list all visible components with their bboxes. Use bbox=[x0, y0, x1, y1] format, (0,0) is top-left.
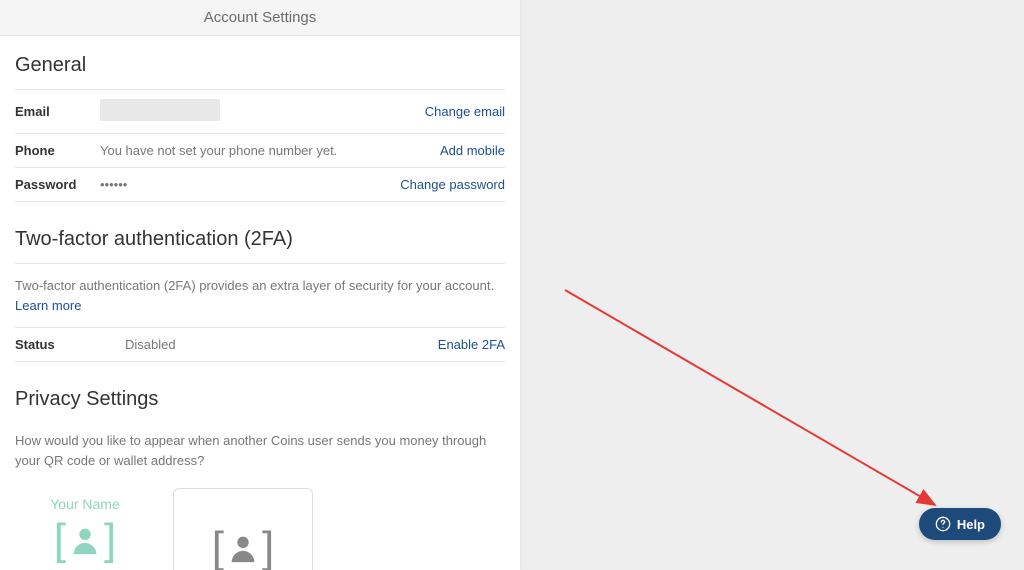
password-label: Password bbox=[15, 177, 100, 192]
row-email: Email Change email bbox=[15, 89, 505, 133]
learn-more-link[interactable]: Learn more bbox=[15, 298, 81, 313]
email-label: Email bbox=[15, 104, 100, 119]
password-value: •••••• bbox=[100, 177, 400, 192]
bracket-right-icon: ] bbox=[104, 518, 116, 562]
twofa-desc-text: Two-factor authentication (2FA) provides… bbox=[15, 278, 494, 293]
settings-panel: Account Settings General Email Change em… bbox=[0, 0, 520, 570]
email-value bbox=[100, 99, 425, 124]
twofa-description: Two-factor authentication (2FA) provides… bbox=[15, 263, 505, 327]
phone-value: You have not set your phone number yet. bbox=[100, 143, 440, 158]
email-redacted bbox=[100, 99, 220, 121]
page-title: Account Settings bbox=[0, 9, 520, 26]
bracket-left-icon: [ bbox=[212, 526, 224, 570]
avatar-individual: [ ] bbox=[54, 518, 116, 562]
person-icon bbox=[226, 531, 260, 565]
individual-name: Your Name bbox=[50, 496, 120, 512]
row-2fa-status: Status Disabled Enable 2FA bbox=[15, 327, 505, 362]
phone-label: Phone bbox=[15, 143, 100, 158]
help-label: Help bbox=[957, 517, 985, 532]
bracket-left-icon: [ bbox=[54, 518, 66, 562]
section-title-privacy: Privacy Settings bbox=[15, 388, 505, 411]
status-label: Status bbox=[15, 337, 125, 352]
help-button[interactable]: Help bbox=[919, 508, 1001, 540]
bracket-right-icon: ] bbox=[262, 526, 274, 570]
privacy-cards: Your Name [ ] INDIVIDUAL Member since No… bbox=[15, 488, 505, 570]
help-icon bbox=[935, 516, 951, 532]
row-password: Password •••••• Change password bbox=[15, 167, 505, 202]
person-icon bbox=[68, 523, 102, 557]
avatar-unverified: [ ] bbox=[212, 526, 274, 570]
status-value: Disabled bbox=[125, 337, 438, 352]
section-title-general: General bbox=[15, 54, 505, 77]
card-individual[interactable]: Your Name [ ] INDIVIDUAL Member since No… bbox=[15, 488, 155, 570]
row-phone: Phone You have not set your phone number… bbox=[15, 133, 505, 167]
change-email-link[interactable]: Change email bbox=[425, 104, 505, 119]
enable-2fa-link[interactable]: Enable 2FA bbox=[438, 337, 505, 352]
panel-content: General Email Change email Phone You hav… bbox=[0, 36, 520, 570]
section-title-2fa: Two-factor authentication (2FA) bbox=[15, 228, 505, 251]
privacy-description: How would you like to appear when anothe… bbox=[15, 423, 505, 488]
change-password-link[interactable]: Change password bbox=[400, 177, 505, 192]
add-mobile-link[interactable]: Add mobile bbox=[440, 143, 505, 158]
panel-header: Account Settings bbox=[0, 0, 520, 36]
card-unverified[interactable]: [ ] UNVERIFIED bbox=[173, 488, 313, 570]
